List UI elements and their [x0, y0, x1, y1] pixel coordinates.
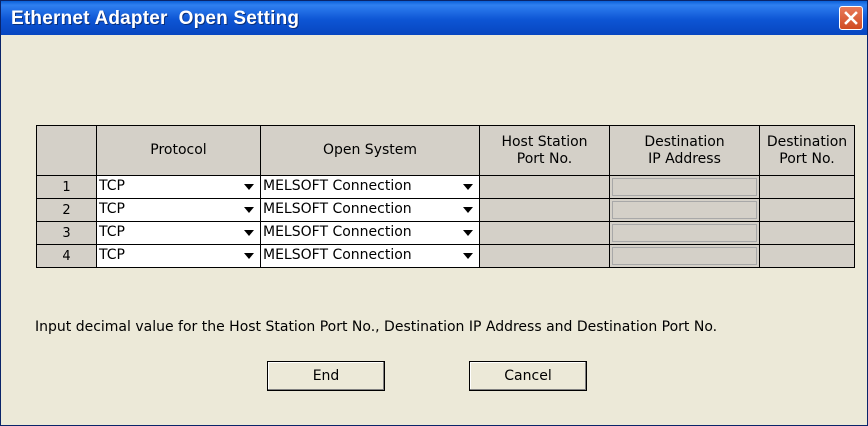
- chevron-down-icon[interactable]: [463, 253, 473, 259]
- row-number: 1: [36, 175, 97, 199]
- open-system-value: MELSOFT Connection: [263, 178, 412, 194]
- open-system-dropdown[interactable]: MELSOFT Connection: [260, 244, 480, 268]
- open-system-dropdown[interactable]: MELSOFT Connection: [260, 175, 480, 199]
- host-station-port-cell: [479, 198, 610, 222]
- protocol-value: TCP: [99, 247, 125, 263]
- open-system-dropdown[interactable]: MELSOFT Connection: [260, 221, 480, 245]
- table-row: 1 TCP MELSOFT Connection: [36, 175, 855, 199]
- destination-port-cell: [759, 175, 855, 199]
- destination-port-cell: [759, 221, 855, 245]
- header-host-station-port: Host Station Port No.: [479, 125, 610, 176]
- window-title: Ethernet Adapter Open Setting: [11, 8, 300, 29]
- host-station-port-cell: [479, 244, 610, 268]
- chevron-down-icon[interactable]: [244, 253, 254, 259]
- protocol-dropdown[interactable]: TCP: [96, 221, 261, 245]
- destination-port-cell: [759, 198, 855, 222]
- title-bar[interactable]: Ethernet Adapter Open Setting: [1, 1, 867, 35]
- open-system-value: MELSOFT Connection: [263, 201, 412, 217]
- table-row: 2 TCP MELSOFT Connection: [36, 198, 855, 222]
- chevron-down-icon[interactable]: [463, 184, 473, 190]
- header-destination-ip: Destination IP Address: [609, 125, 760, 176]
- protocol-value: TCP: [99, 201, 125, 217]
- close-button[interactable]: [839, 6, 863, 30]
- destination-port-cell: [759, 244, 855, 268]
- chevron-down-icon[interactable]: [463, 207, 473, 213]
- protocol-dropdown[interactable]: TCP: [96, 198, 261, 222]
- table-row: 3 TCP MELSOFT Connection: [36, 221, 855, 245]
- cancel-button[interactable]: Cancel: [469, 361, 587, 391]
- protocol-dropdown[interactable]: TCP: [96, 244, 261, 268]
- row-number: 4: [36, 244, 97, 268]
- chevron-down-icon[interactable]: [244, 207, 254, 213]
- dialog-window: Ethernet Adapter Open Setting Protocol O…: [0, 0, 868, 426]
- close-icon: [844, 11, 858, 25]
- protocol-value: TCP: [99, 224, 125, 240]
- table-row: 4 TCP MELSOFT Connection: [36, 244, 855, 268]
- destination-ip-cell: [609, 244, 760, 268]
- row-number: 3: [36, 221, 97, 245]
- destination-ip-cell: [609, 198, 760, 222]
- host-station-port-cell: [479, 221, 610, 245]
- destination-ip-field: [612, 201, 757, 219]
- destination-ip-cell: [609, 175, 760, 199]
- destination-ip-cell: [609, 221, 760, 245]
- host-station-port-cell: [479, 175, 610, 199]
- open-setting-table: Protocol Open System Host Station Port No…: [36, 125, 855, 268]
- chevron-down-icon[interactable]: [244, 184, 254, 190]
- header-destination-port: Destination Port No.: [759, 125, 855, 176]
- destination-ip-field: [612, 224, 757, 242]
- protocol-value: TCP: [99, 178, 125, 194]
- chevron-down-icon[interactable]: [244, 230, 254, 236]
- header-open-system: Open System: [260, 125, 480, 176]
- header-protocol: Protocol: [96, 125, 261, 176]
- instruction-text: Input decimal value for the Host Station…: [35, 319, 718, 335]
- open-system-dropdown[interactable]: MELSOFT Connection: [260, 198, 480, 222]
- end-button[interactable]: End: [267, 361, 385, 391]
- row-number: 2: [36, 198, 97, 222]
- open-system-value: MELSOFT Connection: [263, 247, 412, 263]
- destination-ip-field: [612, 247, 757, 265]
- chevron-down-icon[interactable]: [463, 230, 473, 236]
- header-number: [36, 125, 97, 176]
- protocol-dropdown[interactable]: TCP: [96, 175, 261, 199]
- destination-ip-field: [612, 178, 757, 196]
- open-system-value: MELSOFT Connection: [263, 224, 412, 240]
